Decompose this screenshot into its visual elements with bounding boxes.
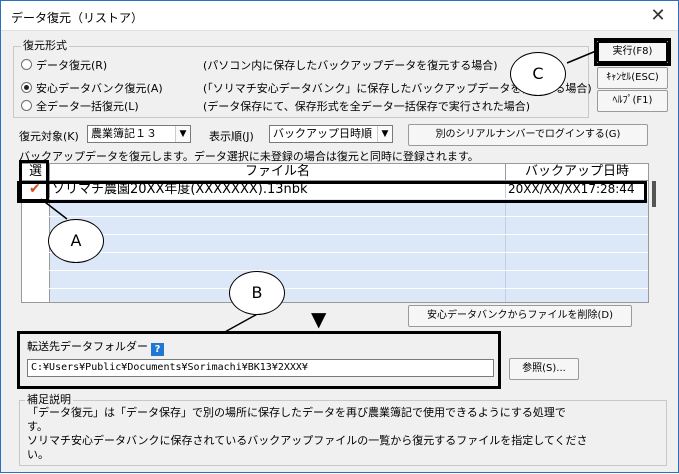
callout-c: C	[510, 52, 566, 96]
callout-b: B	[229, 271, 285, 315]
down-arrow-icon: ▼	[311, 307, 327, 331]
callout-a: A	[48, 219, 104, 263]
restore-dialog: データ復元（リストア） ✕ 復元形式 データ復元(R) (パソコン内に保存したバ…	[0, 0, 679, 473]
